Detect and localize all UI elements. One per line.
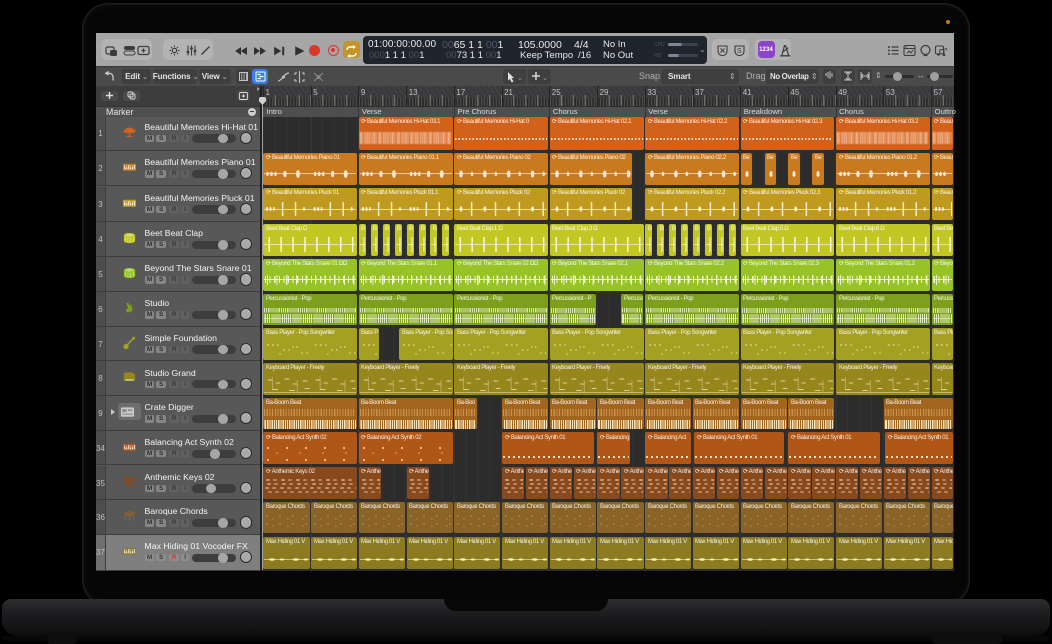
svg-text:S: S <box>737 48 742 55</box>
